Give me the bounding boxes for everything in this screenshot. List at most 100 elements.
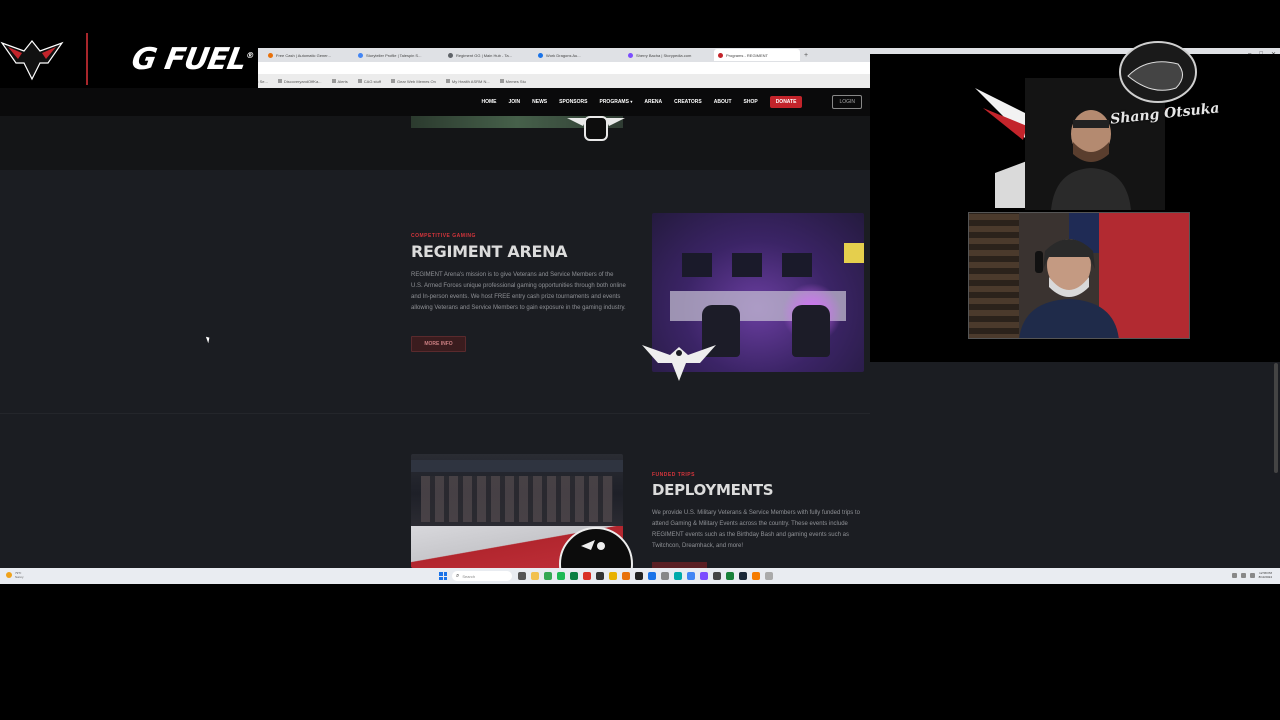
tab-label: Programs - REGIMENT — [726, 52, 769, 58]
overlay-divider — [86, 33, 88, 85]
deployments-description: We provide U.S. Military Veterans & Serv… — [652, 510, 860, 549]
nav-about[interactable]: ABOUT — [714, 99, 732, 105]
browser-tab[interactable]: Programs - REGIMENT — [714, 49, 800, 61]
registered-mark: ® — [245, 50, 255, 60]
tab-label: Storyteller Profile | Talespin S... — [366, 52, 422, 58]
bookmark-item[interactable]: CAG stuff — [357, 78, 382, 84]
folder-icon — [391, 79, 396, 84]
windows-taskbar: 79°F Sunny ⌕ Search 12:58 PM 8/13/2024 — [0, 568, 1280, 584]
file-explorer-icon[interactable] — [531, 572, 539, 580]
nav-programs[interactable]: PROGRAMS ▾ — [599, 99, 632, 105]
tab-favicon-icon — [358, 52, 363, 58]
task-view-icon[interactable] — [518, 572, 526, 580]
section-divider — [0, 413, 870, 414]
taskbar-search[interactable]: ⌕ Search — [452, 571, 512, 581]
bookmark-item[interactable]: Gear Web Memes On — [391, 79, 436, 84]
tab-favicon-icon — [448, 52, 453, 58]
folder-icon — [277, 79, 282, 84]
nav-shop[interactable]: SHOP — [744, 99, 758, 105]
deployments-title: DEPLOYMENTS — [652, 481, 774, 499]
app-orange2-icon[interactable] — [752, 572, 760, 580]
gfuel-logo: G FUEL® — [129, 42, 256, 77]
more-info-button[interactable]: MORE INFO — [411, 336, 466, 352]
arena-title: REGIMENT ARENA — [411, 242, 568, 261]
gaming-chair — [792, 305, 830, 357]
regiment-logo-icon — [0, 40, 64, 81]
search-icon: ⌕ — [456, 572, 460, 579]
app-green2-icon[interactable] — [726, 572, 734, 580]
chrome-icon[interactable] — [544, 572, 552, 580]
app-blue2-icon[interactable] — [687, 572, 695, 580]
bookmark-label: CAG stuff — [363, 78, 382, 84]
previous-section — [0, 116, 870, 170]
monitor — [732, 253, 762, 277]
nav-home[interactable]: HOME — [481, 99, 496, 105]
app-gray2-icon[interactable] — [765, 572, 773, 580]
bookmark-label: My Health ASRM N... — [451, 78, 490, 84]
webcam-guest — [968, 212, 1190, 339]
monitor — [782, 253, 812, 277]
nav-join[interactable]: JOIN — [508, 99, 520, 105]
browser-window: Free Cash | Automatic Gener... Storytelle… — [0, 48, 870, 568]
app-dark2-icon[interactable] — [713, 572, 721, 580]
clock-date: 8/13/2024 — [1258, 575, 1272, 579]
system-tray: 12:58 PM 8/13/2024 — [1231, 571, 1272, 579]
donate-button[interactable]: DONATE — [769, 96, 803, 108]
tab-label: Work Dragons Au... — [546, 52, 581, 58]
guest-silhouette — [1019, 239, 1119, 338]
tab-favicon-icon — [628, 52, 633, 58]
bookmark-label: Alerts — [337, 78, 348, 84]
bookmark-item[interactable]: DiscoveryandOffKa... — [277, 79, 322, 84]
new-tab-icon[interactable]: + — [804, 52, 808, 59]
clock[interactable]: 12:58 PM 8/13/2024 — [1259, 571, 1272, 579]
page-content: COMPETITIVE GAMING REGIMENT ARENA REGIME… — [0, 116, 870, 568]
eagle-emblem-icon — [642, 345, 716, 381]
arena-description: REGIMENT Arena's mission is to give Vete… — [411, 272, 626, 311]
stream-frame: Free Cash | Automatic Gener... Storytelle… — [0, 0, 1280, 720]
folder-icon — [499, 79, 504, 84]
wifi-icon[interactable] — [1240, 572, 1246, 578]
app-gray-icon[interactable] — [661, 572, 669, 580]
scrollbar[interactable] — [1274, 363, 1278, 473]
sign — [844, 243, 864, 263]
tray-chevron-icon[interactable] — [1231, 572, 1237, 578]
bookmark-label: Gear Web Memes On — [397, 78, 436, 84]
browser-tab[interactable]: Work Dragons Au... — [534, 49, 620, 61]
browser-tab[interactable]: Sherry Bacha | Storypedia.com — [624, 49, 710, 61]
nav-creators[interactable]: CREATORS — [674, 99, 702, 105]
app-steam-icon[interactable] — [739, 572, 747, 580]
tab-favicon-icon — [268, 52, 273, 58]
browser-tab[interactable]: Storyteller Profile | Talespin S... — [354, 49, 440, 61]
address-bar[interactable] — [258, 62, 870, 74]
app-teal-icon[interactable] — [674, 572, 682, 580]
app-blue-icon[interactable] — [648, 572, 656, 580]
site-navigation: HOME JOIN NEWS SPONSORS PROGRAMS ▾ ARENA… — [0, 88, 870, 116]
bookmark-item[interactable]: Alerts — [331, 78, 348, 84]
browser-tab[interactable]: Free Cash | Automatic Gener... — [264, 49, 350, 61]
pinned-apps — [518, 572, 773, 580]
nav-sponsors[interactable]: SPONSORS — [559, 99, 587, 105]
app-green-icon[interactable] — [570, 572, 578, 580]
windows-start-icon[interactable] — [439, 572, 447, 580]
chevron-down-icon: ▾ — [630, 99, 633, 104]
nav-news[interactable]: NEWS — [532, 99, 547, 105]
app-red-icon[interactable] — [583, 572, 591, 580]
spotify-icon[interactable] — [557, 572, 565, 580]
folder-icon — [331, 79, 336, 84]
app-yellow-icon[interactable] — [609, 572, 617, 580]
app-dark-icon[interactable] — [635, 572, 643, 580]
app-purple-icon[interactable] — [700, 572, 708, 580]
volume-icon[interactable] — [1249, 572, 1255, 578]
weather-widget[interactable]: 79°F Sunny — [6, 571, 24, 579]
login-button[interactable]: LOGIN — [832, 95, 862, 109]
app-orange-icon[interactable] — [622, 572, 630, 580]
nav-arena[interactable]: ARENA — [644, 99, 662, 105]
shield-emblem-icon — [567, 116, 625, 141]
browser-tab[interactable]: Regiment GG | Main Hub - Ta... — [444, 49, 530, 61]
sun-icon — [6, 572, 12, 578]
bookmark-item[interactable]: My Health ASRM N... — [445, 78, 490, 84]
app-obs-icon[interactable] — [596, 572, 604, 580]
search-placeholder: Search — [462, 573, 476, 579]
bookmark-item[interactable]: Memes Stu — [499, 79, 526, 84]
stream-overlay-logos: G FUEL® — [0, 30, 258, 88]
